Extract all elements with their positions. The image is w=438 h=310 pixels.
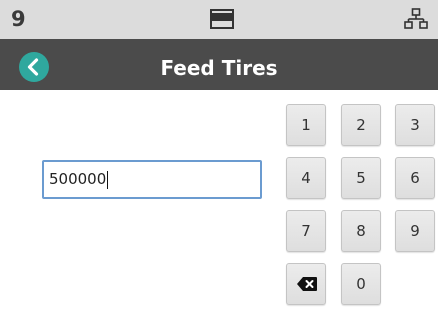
backspace-icon: [297, 277, 317, 291]
back-arrow-icon: [27, 58, 39, 76]
feed-tires-screen: 9 Feed Tires 500000 1 2 3 4 5 6 7 8 9 0: [0, 0, 438, 310]
key-3[interactable]: 3: [395, 104, 435, 146]
back-button[interactable]: [19, 52, 49, 82]
key-7[interactable]: 7: [286, 210, 326, 252]
key-5[interactable]: 5: [341, 157, 381, 199]
value-input-text: 500000: [49, 170, 107, 188]
key-1[interactable]: 1: [286, 104, 326, 146]
key-4[interactable]: 4: [286, 157, 326, 199]
key-6[interactable]: 6: [395, 157, 435, 199]
page-title: Feed Tires: [160, 56, 278, 80]
text-caret: [107, 170, 109, 189]
network-icon: [404, 8, 428, 30]
key-8[interactable]: 8: [341, 210, 381, 252]
key-9[interactable]: 9: [395, 210, 435, 252]
backspace-button[interactable]: [286, 263, 326, 305]
status-bar: 9: [0, 0, 438, 39]
status-number: 9: [11, 7, 26, 31]
key-2[interactable]: 2: [341, 104, 381, 146]
display-icon: [210, 9, 234, 29]
value-input[interactable]: 500000: [42, 160, 262, 199]
key-0[interactable]: 0: [341, 263, 381, 305]
